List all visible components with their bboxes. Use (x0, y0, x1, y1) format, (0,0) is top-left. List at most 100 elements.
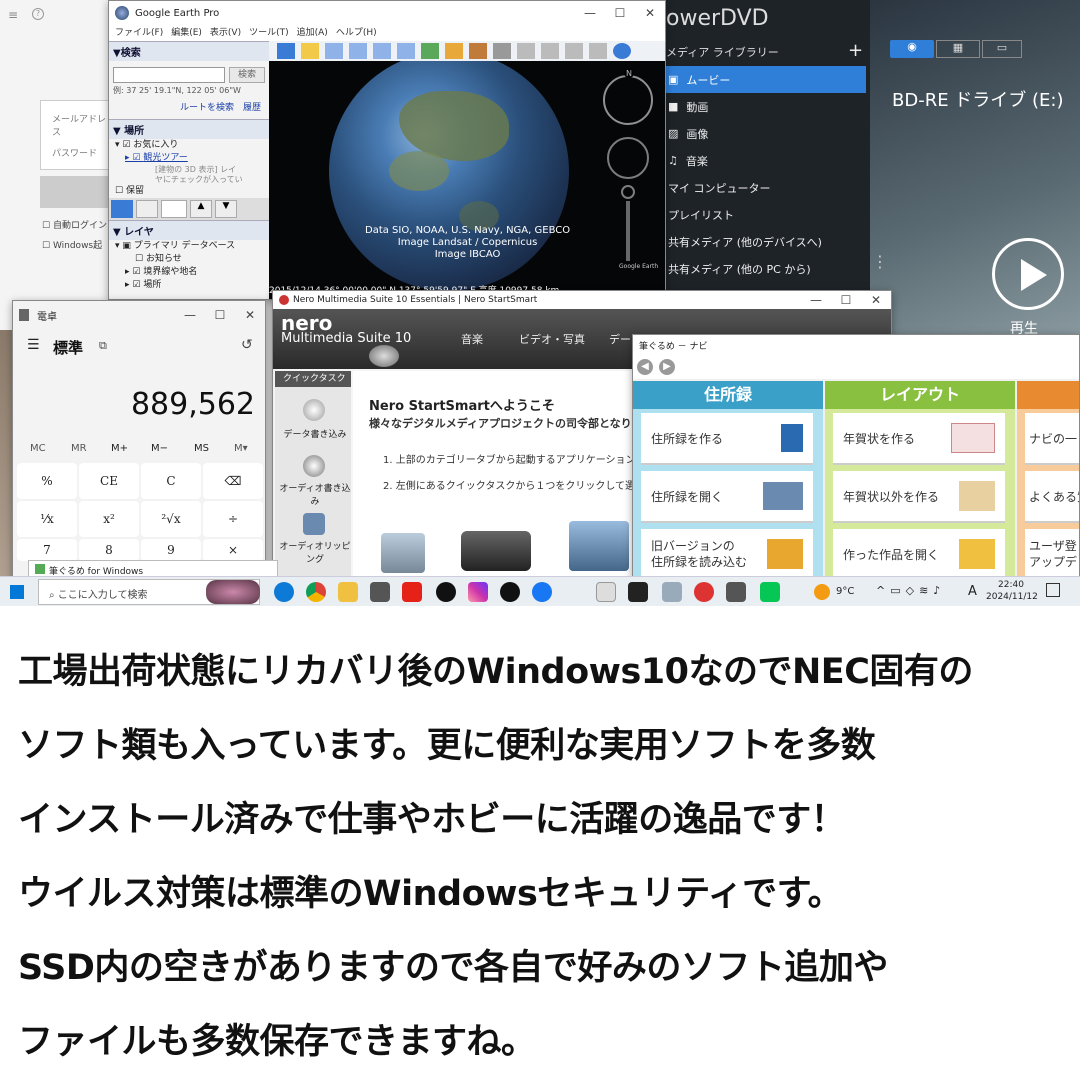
library-item-music[interactable]: ♫ 音楽 (664, 147, 866, 174)
layer-borders[interactable]: ▸ ☑ 境界線や地名 (115, 266, 269, 279)
clock[interactable]: 22:40 2024/11/12 (986, 579, 1038, 603)
up-arrow-icon[interactable]: ▲ (190, 200, 212, 218)
import-address-book-button[interactable]: 旧バージョンの 住所録を読み込む (641, 529, 813, 579)
auto-login-checkbox[interactable]: ☐ 自動ログイン (42, 218, 107, 231)
multiply-button[interactable]: × (203, 539, 263, 561)
menu-edit[interactable]: 編集(E) (171, 25, 202, 39)
library-item-share-in[interactable]: 共有メディア (他の PC から) (664, 255, 866, 282)
maps-icon[interactable] (589, 43, 607, 59)
menu-add[interactable]: 追加(A) (297, 25, 328, 39)
instagram-icon[interactable] (468, 582, 488, 602)
zoom-slider[interactable] (626, 201, 630, 261)
reciprocal-button[interactable]: ¹⁄x (17, 501, 77, 537)
path-icon[interactable] (349, 43, 367, 59)
library-item-movie[interactable]: ▣ ムービー (664, 66, 866, 93)
more-icon[interactable]: ⋮ (872, 252, 888, 271)
search-header[interactable]: ▼検索 (109, 41, 269, 61)
ruler-icon[interactable] (493, 43, 511, 59)
data-burn-icon[interactable] (303, 399, 325, 421)
add-button[interactable]: + (848, 40, 863, 61)
clear-button[interactable]: C (141, 463, 201, 499)
library-item-image[interactable]: ▨ 画像 (664, 120, 866, 147)
google-earth-taskbar-icon[interactable] (662, 582, 682, 602)
youtube-icon[interactable] (402, 582, 422, 602)
x-icon[interactable] (500, 582, 520, 602)
mail-icon[interactable] (370, 582, 390, 602)
screen-tab-icon[interactable]: ▭ (982, 40, 1022, 58)
create-other-button[interactable]: 年賀状以外を作る (833, 471, 1005, 523)
powerdvd-taskbar-icon[interactable] (628, 582, 648, 602)
calculator-taskbar-icon[interactable] (726, 582, 746, 602)
menu-file[interactable]: ファイル(F) (115, 25, 163, 39)
memory-store-button[interactable]: MS (194, 443, 209, 454)
task-data-burn[interactable]: データ書き込み (277, 427, 353, 440)
square-button[interactable]: x² (79, 501, 139, 537)
compass-control[interactable]: N (603, 69, 653, 125)
print-icon[interactable] (541, 43, 559, 59)
placemark-icon[interactable] (301, 43, 319, 59)
create-address-book-button[interactable]: 住所録を作る (641, 413, 813, 465)
minimize-icon[interactable]: — (175, 308, 205, 322)
overlay-icon[interactable] (373, 43, 391, 59)
maximize-icon[interactable]: ☐ (205, 308, 235, 322)
earth-view[interactable]: N Data SIO, NOAA, U.S. Navy, NGA, GEBCO … (269, 61, 665, 299)
down-arrow-icon[interactable]: ▼ (215, 200, 237, 218)
open-address-book-button[interactable]: 住所録を開く (641, 471, 813, 523)
sidebar-toggle-icon[interactable] (277, 43, 295, 59)
menu-tools[interactable]: ツール(T) (249, 25, 289, 39)
user-register-button[interactable]: ユーザ登 アップデ (1025, 529, 1079, 579)
line-icon[interactable] (760, 582, 780, 602)
task-audio-rip[interactable]: オーディオリッピング (277, 539, 353, 565)
facebook-icon[interactable] (532, 582, 552, 602)
blank-field[interactable] (161, 200, 187, 218)
task-audio-burn[interactable]: オーディオ書き込み (277, 481, 353, 507)
nero-taskbar-icon[interactable] (694, 582, 714, 602)
library-item-computer[interactable]: マイ コンピューター (664, 174, 866, 201)
help-icon[interactable]: ? (32, 8, 44, 20)
back-icon[interactable]: ◀ (637, 359, 653, 375)
play-button[interactable] (992, 238, 1064, 310)
chrome-icon[interactable] (306, 582, 326, 602)
menu-icon[interactable]: ≡ (8, 8, 18, 22)
close-icon[interactable]: ✕ (235, 308, 265, 322)
sqrt-button[interactable]: ²√x (141, 501, 201, 537)
sun-icon[interactable] (445, 43, 463, 59)
menu-help[interactable]: ヘルプ(H) (336, 25, 377, 39)
backspace-button[interactable]: ⌫ (203, 463, 263, 499)
library-item-share-out[interactable]: 共有メディア (他のデバイスへ) (664, 228, 866, 255)
memory-list-button[interactable]: M▾ (234, 443, 248, 454)
maximize-icon[interactable]: ☐ (831, 293, 861, 307)
minimize-icon[interactable]: — (575, 6, 605, 20)
ime-indicator[interactable]: A (968, 584, 977, 599)
edge-icon[interactable] (274, 582, 294, 602)
layers-header[interactable]: ▼ レイヤ (109, 220, 269, 240)
notification-icon[interactable] (1046, 583, 1060, 597)
explorer-icon[interactable] (338, 582, 358, 602)
street-view-icon[interactable] (621, 185, 635, 199)
search-input[interactable] (113, 67, 225, 83)
startup-checkbox[interactable]: ☐ Windows起 (42, 238, 102, 251)
navi-list-button[interactable]: ナビの一 (1025, 413, 1079, 465)
tab-video-photo[interactable]: ビデオ・写真 (519, 331, 585, 349)
menu-view[interactable]: 表示(V) (210, 25, 241, 39)
disc-tab-icon[interactable]: ◉ (890, 40, 934, 58)
history-link[interactable]: 履歴 (243, 103, 261, 113)
percent-button[interactable]: % (17, 463, 77, 499)
zoom-icon[interactable] (111, 200, 133, 218)
faq-button[interactable]: よくある質 (1025, 471, 1079, 523)
tour-icon[interactable] (397, 43, 415, 59)
memory-subtract-button[interactable]: M− (151, 443, 168, 454)
audio-rip-icon[interactable] (303, 513, 325, 535)
history-icon[interactable]: ↺ (241, 337, 253, 353)
route-search-link[interactable]: ルートを検索 (180, 103, 234, 113)
places-item-pending[interactable]: ☐ 保留 (115, 185, 269, 198)
weather-temp[interactable]: 9°C (836, 586, 854, 597)
password-field[interactable]: パスワード (52, 146, 97, 159)
places-item-tour[interactable]: ▸ ☑ 観光ツアー (115, 152, 269, 165)
earth-icon[interactable] (613, 43, 631, 59)
keep-on-top-icon[interactable]: ⧉ (99, 339, 107, 353)
open-works-button[interactable]: 作った作品を開く (833, 529, 1005, 579)
pan-control[interactable] (607, 137, 649, 179)
nero-disc-icon[interactable] (369, 345, 399, 367)
email-field[interactable]: メールアドレス (52, 112, 112, 138)
